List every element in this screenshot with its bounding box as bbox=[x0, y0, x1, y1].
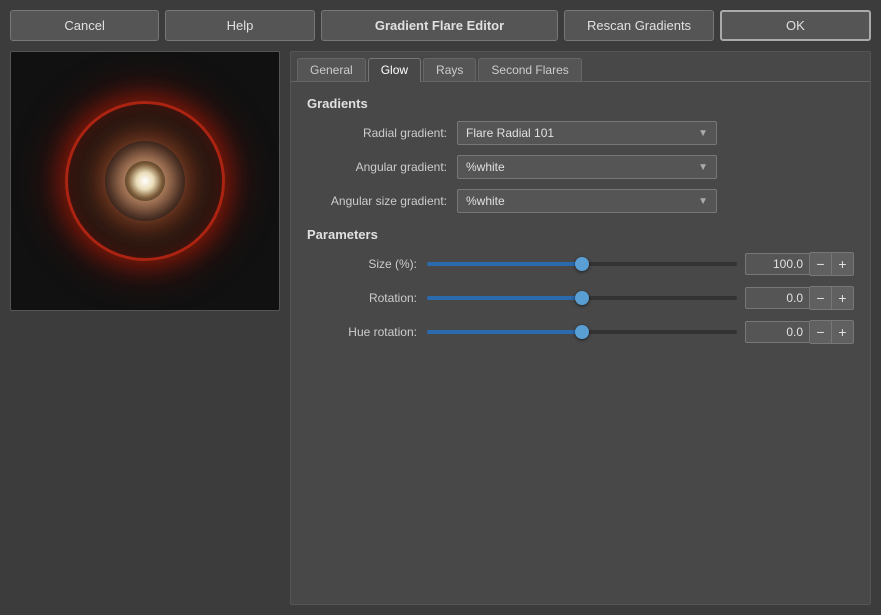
help-button[interactable]: Help bbox=[165, 10, 314, 41]
main-content: General Glow Rays Second Flares Gradient… bbox=[10, 51, 871, 605]
angular-gradient-value: %white bbox=[466, 160, 505, 174]
radial-gradient-value: Flare Radial 101 bbox=[466, 126, 554, 140]
hue-rotation-slider-container bbox=[427, 322, 737, 342]
angular-size-gradient-dropdown[interactable]: %white ▼ bbox=[457, 189, 717, 213]
tab-general[interactable]: General bbox=[297, 58, 366, 81]
rotation-row: Rotation: − + bbox=[307, 286, 854, 310]
angular-size-gradient-label: Angular size gradient: bbox=[307, 194, 457, 208]
hue-rotation-value-group: − + bbox=[745, 320, 854, 344]
radial-gradient-dropdown[interactable]: Flare Radial 101 ▼ bbox=[457, 121, 717, 145]
flare-preview bbox=[11, 52, 279, 310]
toolbar: Cancel Help Gradient Flare Editor Rescan… bbox=[10, 10, 871, 41]
rotation-slider[interactable] bbox=[427, 296, 737, 300]
hue-rotation-minus-button[interactable]: − bbox=[810, 320, 832, 344]
size-slider[interactable] bbox=[427, 262, 737, 266]
radial-gradient-arrow-icon: ▼ bbox=[698, 128, 708, 139]
preview-panel bbox=[10, 51, 280, 311]
tab-glow[interactable]: Glow bbox=[368, 58, 421, 82]
panel-content: Gradients Radial gradient: Flare Radial … bbox=[291, 82, 870, 604]
right-panel: General Glow Rays Second Flares Gradient… bbox=[290, 51, 871, 605]
angular-size-gradient-row: Angular size gradient: %white ▼ bbox=[307, 189, 854, 213]
size-plus-button[interactable]: + bbox=[832, 252, 854, 276]
rotation-minus-button[interactable]: − bbox=[810, 286, 832, 310]
hue-rotation-label: Hue rotation: bbox=[307, 325, 427, 339]
tab-rays[interactable]: Rays bbox=[423, 58, 476, 81]
angular-gradient-dropdown[interactable]: %white ▼ bbox=[457, 155, 717, 179]
gradients-section-title: Gradients bbox=[307, 96, 854, 111]
rescan-button[interactable]: Rescan Gradients bbox=[564, 10, 713, 41]
angular-size-gradient-arrow-icon: ▼ bbox=[698, 196, 708, 207]
size-input[interactable] bbox=[745, 253, 810, 275]
hue-rotation-slider[interactable] bbox=[427, 330, 737, 334]
hue-rotation-row: Hue rotation: − + bbox=[307, 320, 854, 344]
rotation-label: Rotation: bbox=[307, 291, 427, 305]
size-label: Size (%): bbox=[307, 257, 427, 271]
tab-second-flares[interactable]: Second Flares bbox=[478, 58, 581, 81]
rotation-value-group: − + bbox=[745, 286, 854, 310]
angular-gradient-row: Angular gradient: %white ▼ bbox=[307, 155, 854, 179]
cancel-button[interactable]: Cancel bbox=[10, 10, 159, 41]
angular-size-gradient-value: %white bbox=[466, 194, 505, 208]
rotation-plus-button[interactable]: + bbox=[832, 286, 854, 310]
editor-title: Gradient Flare Editor bbox=[321, 10, 559, 41]
parameters-section: Parameters Size (%): − + Rotation: bbox=[307, 227, 854, 344]
parameters-section-title: Parameters bbox=[307, 227, 854, 242]
flare-glow-inner bbox=[125, 161, 165, 201]
rotation-slider-container bbox=[427, 288, 737, 308]
angular-gradient-label: Angular gradient: bbox=[307, 160, 457, 174]
angular-gradient-arrow-icon: ▼ bbox=[698, 162, 708, 173]
radial-gradient-label: Radial gradient: bbox=[307, 126, 457, 140]
size-value-group: − + bbox=[745, 252, 854, 276]
hue-rotation-plus-button[interactable]: + bbox=[832, 320, 854, 344]
size-row: Size (%): − + bbox=[307, 252, 854, 276]
size-minus-button[interactable]: − bbox=[810, 252, 832, 276]
ok-button[interactable]: OK bbox=[720, 10, 871, 41]
hue-rotation-input[interactable] bbox=[745, 321, 810, 343]
size-slider-container bbox=[427, 254, 737, 274]
rotation-input[interactable] bbox=[745, 287, 810, 309]
radial-gradient-row: Radial gradient: Flare Radial 101 ▼ bbox=[307, 121, 854, 145]
tabs-bar: General Glow Rays Second Flares bbox=[291, 52, 870, 82]
